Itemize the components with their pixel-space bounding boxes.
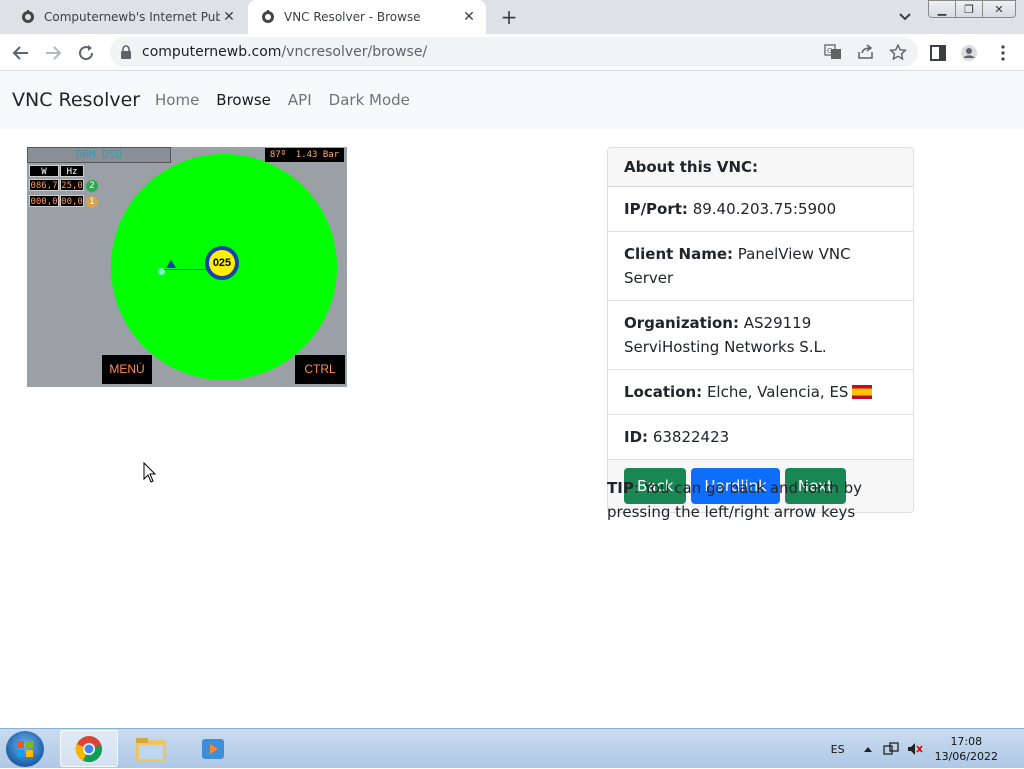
nav-links: Home Browse API Dark Mode — [155, 91, 427, 109]
vnc-readout: 87º 1.43 Bar — [265, 148, 344, 162]
org-label: Organization: — [624, 314, 739, 332]
volume-muted-icon[interactable] — [907, 741, 923, 757]
close-window-button[interactable]: ✕ — [982, 0, 1016, 18]
forward-icon[interactable] — [40, 40, 66, 66]
star-icon[interactable] — [889, 44, 907, 60]
translate-icon[interactable]: G — [824, 44, 842, 60]
tray-expand-icon[interactable] — [863, 745, 873, 753]
taskbar-clock[interactable]: 17:08 13/06/2022 — [935, 734, 998, 764]
profile-avatar-icon[interactable] — [960, 44, 978, 62]
vnc-row1-badge: 2 — [86, 180, 98, 192]
spain-flag-icon — [852, 385, 873, 399]
side-panel-icon[interactable] — [929, 44, 947, 62]
clock-date: 13/06/2022 — [934, 750, 998, 763]
new-tab-button[interactable]: + — [498, 5, 520, 29]
taskbar-media-player[interactable] — [184, 730, 242, 767]
vnc-gauge-value: 025 — [209, 250, 235, 276]
address-bar[interactable]: computernewb.com/vncresolver/browse/ G — [110, 37, 918, 67]
tip-label: TIP — [607, 479, 634, 497]
browser-toolbar: computernewb.com/vncresolver/browse/ G — [0, 34, 1024, 71]
tab-title: Computernewb's Internet Pub H — [44, 10, 220, 24]
vnc-col-hz: Hz — [60, 165, 84, 177]
ip-value: 89.40.203.75:5900 — [692, 200, 837, 218]
about-card: About this VNC: IP/Port: 89.40.203.75:59… — [607, 147, 914, 513]
chevron-down-icon[interactable] — [896, 9, 914, 25]
tip-text: TIP: You can go back and forth by pressi… — [607, 476, 922, 524]
vnc-screenshot: DBM DSO 87º 1.43 Bar 025 W Hz 086,7 25,0… — [27, 147, 347, 387]
close-tab-icon[interactable]: ✕ — [460, 8, 478, 26]
location-row: Location: Elche, Valencia, ES — [608, 370, 913, 415]
id-row: ID: 63822423 — [608, 415, 913, 460]
brand-logo[interactable]: VNC Resolver — [12, 89, 140, 111]
taskbar-chrome[interactable] — [60, 730, 118, 767]
restore-button[interactable]: ❐ — [955, 0, 983, 18]
media-player-icon — [202, 738, 224, 759]
tab-title: VNC Resolver - Browse — [284, 10, 421, 24]
ip-label: IP/Port: — [624, 200, 688, 218]
vnc-temp: 87º — [269, 150, 287, 160]
nav-link-browse[interactable]: Browse — [216, 91, 271, 109]
vnc-ctrl-button: CTRL — [295, 355, 345, 384]
location-label: Location: — [624, 383, 703, 401]
id-value: 63822423 — [652, 428, 730, 446]
vnc-menu-button: MENÚ — [102, 355, 152, 384]
vnc-gauge: 025 — [205, 246, 239, 280]
clock-time: 17:08 — [950, 735, 983, 748]
site-favicon-icon — [262, 10, 274, 23]
vnc-title: DBM DSO — [27, 147, 171, 163]
vnc-dot — [158, 268, 165, 275]
lock-icon[interactable] — [120, 45, 132, 59]
url-text: computernewb.com/vncresolver/browse/ — [142, 44, 427, 60]
share-icon[interactable] — [857, 44, 875, 60]
browser-tabstrip: Computernewb's Internet Pub H ✕ VNC Reso… — [0, 0, 1024, 34]
client-name-row: Client Name: PanelView VNC Server — [608, 232, 913, 301]
system-tray: ES 17:08 13/06/2022 — [831, 729, 1024, 769]
nav-link-dark-mode[interactable]: Dark Mode — [329, 91, 410, 109]
windows-taskbar: ES 17:08 13/06/2022 — [0, 728, 1024, 768]
url-path: /vncresolver/browse/ — [281, 44, 428, 60]
minimize-button[interactable]: ▁ — [928, 0, 956, 18]
mouse-cursor-icon — [143, 462, 157, 483]
client-label: Client Name: — [624, 245, 734, 263]
site-navbar: VNC Resolver Home Browse API Dark Mode — [0, 71, 1024, 129]
window-controls: ▁ ❐ ✕ — [928, 0, 1016, 18]
vnc-row2-hz: 00,0 — [60, 195, 84, 207]
vnc-pressure: 1.43 Bar — [295, 150, 340, 160]
nav-link-home[interactable]: Home — [155, 91, 199, 109]
chrome-icon — [75, 735, 102, 762]
vnc-row2-badge: 1 — [86, 196, 98, 208]
ip-port-row: IP/Port: 89.40.203.75:5900 — [608, 187, 913, 232]
taskbar-explorer[interactable] — [122, 730, 180, 767]
vnc-row1-hz: 25,0 — [60, 179, 84, 191]
start-button[interactable] — [6, 731, 44, 767]
language-indicator[interactable]: ES — [831, 743, 845, 756]
url-host: computernewb.com — [142, 44, 282, 60]
windows-logo-icon — [17, 741, 33, 757]
back-icon[interactable] — [8, 40, 34, 66]
vnc-col-w: W — [29, 165, 59, 177]
tip-body: : You can go back and forth by pressing … — [607, 479, 863, 521]
id-label: ID: — [624, 428, 649, 446]
vnc-pointer — [166, 260, 176, 268]
tab-computernewb[interactable]: Computernewb's Internet Pub H ✕ — [10, 0, 246, 34]
menu-kebab-icon[interactable] — [994, 44, 1012, 62]
vnc-row2-w: 000,0 — [29, 195, 59, 207]
location-value: Elche, Valencia, ES — [706, 383, 849, 401]
folder-icon — [136, 737, 166, 761]
about-header: About this VNC: — [608, 148, 913, 187]
close-tab-icon[interactable]: ✕ — [220, 8, 238, 26]
organization-row: Organization: AS29119 ServiHosting Netwo… — [608, 301, 913, 370]
network-icon[interactable] — [882, 741, 899, 757]
vnc-row1-w: 086,7 — [29, 179, 59, 191]
reload-icon[interactable] — [73, 40, 99, 66]
vnc-needle — [161, 269, 207, 270]
svg-text:G: G — [827, 47, 832, 55]
tab-vnc-resolver[interactable]: VNC Resolver - Browse ✕ — [248, 0, 486, 34]
site-favicon-icon — [22, 10, 34, 23]
nav-link-api[interactable]: API — [288, 91, 312, 109]
